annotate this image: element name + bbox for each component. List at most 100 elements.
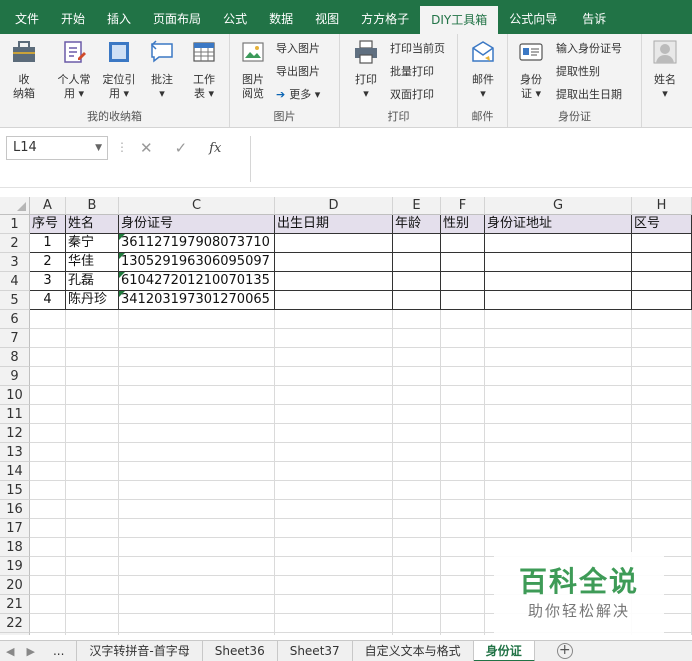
picture-view-button[interactable]: 图片 阅览	[236, 38, 270, 101]
empty-cell[interactable]	[275, 557, 393, 576]
column-header[interactable]: C	[119, 197, 275, 215]
empty-cell[interactable]	[119, 424, 275, 443]
column-header[interactable]: D	[275, 197, 393, 215]
table-cell[interactable]: 610427201210070135	[119, 272, 275, 291]
table-cell[interactable]: 华佳	[66, 253, 119, 272]
empty-cell[interactable]	[66, 348, 119, 367]
export-picture-button[interactable]: 导出图片	[276, 63, 320, 79]
row-header[interactable]: 7	[0, 329, 30, 348]
empty-cell[interactable]	[632, 424, 692, 443]
ribbon-tab[interactable]: 文件	[4, 0, 50, 34]
table-cell[interactable]	[632, 272, 692, 291]
empty-cell[interactable]	[441, 462, 485, 481]
add-sheet-icon[interactable]: +	[556, 643, 573, 659]
empty-cell[interactable]	[632, 310, 692, 329]
empty-cell[interactable]	[393, 405, 441, 424]
empty-cell[interactable]	[275, 405, 393, 424]
empty-cell[interactable]	[632, 405, 692, 424]
empty-cell[interactable]	[30, 405, 66, 424]
table-cell[interactable]	[485, 291, 632, 310]
empty-cell[interactable]	[119, 633, 275, 635]
row-header[interactable]: 18	[0, 538, 30, 557]
ribbon-tab[interactable]: DIY工具箱	[420, 6, 499, 34]
row-header[interactable]: 8	[0, 348, 30, 367]
empty-cell[interactable]	[30, 519, 66, 538]
empty-cell[interactable]	[441, 424, 485, 443]
empty-cell[interactable]	[441, 481, 485, 500]
empty-cell[interactable]	[119, 405, 275, 424]
table-header-cell[interactable]: 身份证号	[119, 215, 275, 234]
empty-cell[interactable]	[275, 310, 393, 329]
empty-cell[interactable]	[485, 367, 632, 386]
empty-cell[interactable]	[66, 462, 119, 481]
empty-cell[interactable]	[632, 462, 692, 481]
formula-input[interactable]	[250, 136, 692, 182]
table-cell[interactable]	[485, 253, 632, 272]
column-header[interactable]: A	[30, 197, 66, 215]
empty-cell[interactable]	[441, 405, 485, 424]
sheet-tab[interactable]: 身份证	[473, 641, 535, 661]
scroll-left-icon[interactable]: ◀	[0, 645, 20, 658]
empty-cell[interactable]	[66, 633, 119, 635]
row-header[interactable]: 20	[0, 576, 30, 595]
table-cell[interactable]: 341203197301270065	[119, 291, 275, 310]
empty-cell[interactable]	[119, 367, 275, 386]
row-header[interactable]: 3	[0, 253, 30, 272]
empty-cell[interactable]	[30, 576, 66, 595]
empty-cell[interactable]	[485, 386, 632, 405]
comment-button[interactable]: 批注 ▾	[144, 38, 180, 101]
empty-cell[interactable]	[441, 329, 485, 348]
column-header[interactable]: E	[393, 197, 441, 215]
empty-cell[interactable]	[441, 348, 485, 367]
empty-cell[interactable]	[393, 310, 441, 329]
empty-cell[interactable]	[30, 462, 66, 481]
empty-cell[interactable]	[485, 405, 632, 424]
table-cell[interactable]: 孔磊	[66, 272, 119, 291]
empty-cell[interactable]	[119, 443, 275, 462]
row-header[interactable]: 11	[0, 405, 30, 424]
table-cell[interactable]	[393, 272, 441, 291]
table-cell[interactable]	[275, 272, 393, 291]
empty-cell[interactable]	[441, 595, 485, 614]
row-header[interactable]: 2	[0, 234, 30, 253]
empty-cell[interactable]	[66, 481, 119, 500]
empty-cell[interactable]	[119, 310, 275, 329]
table-cell[interactable]: 2	[30, 253, 66, 272]
empty-cell[interactable]	[275, 367, 393, 386]
column-header[interactable]: F	[441, 197, 485, 215]
confirm-icon[interactable]: ✓	[175, 139, 188, 157]
empty-cell[interactable]	[119, 614, 275, 633]
ribbon-tab[interactable]: 视图	[304, 0, 350, 34]
empty-cell[interactable]	[30, 538, 66, 557]
empty-cell[interactable]	[119, 538, 275, 557]
empty-cell[interactable]	[119, 500, 275, 519]
table-cell[interactable]	[441, 291, 485, 310]
empty-cell[interactable]	[441, 557, 485, 576]
empty-cell[interactable]	[485, 462, 632, 481]
empty-cell[interactable]	[66, 595, 119, 614]
empty-cell[interactable]	[441, 538, 485, 557]
duplex-print-button[interactable]: 双面打印	[390, 86, 434, 102]
table-cell[interactable]	[441, 234, 485, 253]
table-header-cell[interactable]: 性别	[441, 215, 485, 234]
empty-cell[interactable]	[30, 348, 66, 367]
row-header[interactable]: 5	[0, 291, 30, 310]
row-header[interactable]: 14	[0, 462, 30, 481]
input-id-button[interactable]: 输入身份证号	[556, 40, 622, 56]
row-header[interactable]: 12	[0, 424, 30, 443]
table-header-cell[interactable]: 序号	[30, 215, 66, 234]
empty-cell[interactable]	[275, 614, 393, 633]
empty-cell[interactable]	[66, 576, 119, 595]
empty-cell[interactable]	[441, 386, 485, 405]
table-cell[interactable]	[441, 272, 485, 291]
empty-cell[interactable]	[66, 367, 119, 386]
empty-cell[interactable]	[275, 595, 393, 614]
column-header[interactable]: B	[66, 197, 119, 215]
insert-function-icon[interactable]: fx	[209, 141, 221, 156]
ribbon-tab[interactable]: 方方格子	[350, 0, 420, 34]
empty-cell[interactable]	[119, 576, 275, 595]
empty-cell[interactable]	[441, 576, 485, 595]
table-cell[interactable]: 4	[30, 291, 66, 310]
empty-cell[interactable]	[632, 481, 692, 500]
scroll-right-icon[interactable]: ▶	[20, 645, 40, 658]
